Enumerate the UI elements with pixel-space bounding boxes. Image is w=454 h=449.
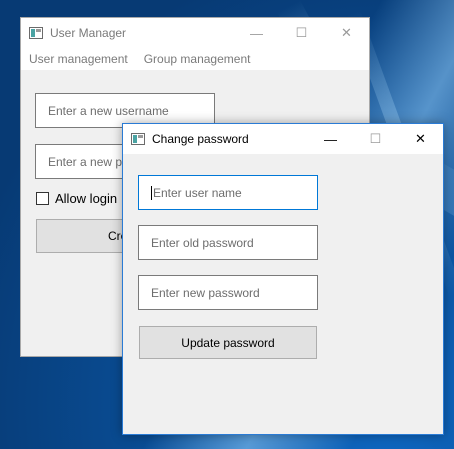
old-password-input[interactable]: Enter old password — [138, 225, 318, 260]
window-title: User Manager — [50, 26, 127, 40]
menu-bar: User management Group management — [21, 48, 369, 70]
close-button[interactable]: ✕ — [324, 18, 369, 48]
allow-login-checkbox-row[interactable]: Allow login — [36, 191, 117, 206]
window-title: Change password — [152, 132, 249, 146]
new-password-input[interactable]: Enter new password — [138, 275, 318, 310]
app-icon — [29, 27, 43, 39]
app-icon — [131, 133, 145, 145]
user-name-placeholder: Enter user name — [153, 185, 242, 200]
text-caret — [151, 185, 152, 200]
maximize-button[interactable]: ☐ — [353, 124, 398, 154]
user-name-input[interactable]: Enter user name — [138, 175, 318, 210]
menu-group-management[interactable]: Group management — [144, 52, 251, 66]
menu-user-management[interactable]: User management — [29, 52, 128, 66]
maximize-button[interactable]: ☐ — [279, 18, 324, 48]
allow-login-label: Allow login — [55, 191, 118, 206]
change-password-titlebar[interactable]: Change password — ☐ ✕ — [123, 124, 443, 154]
allow-login-checkbox[interactable] — [36, 192, 49, 205]
change-password-window: Change password — ☐ ✕ Enter user name En… — [122, 123, 444, 435]
minimize-button[interactable]: — — [308, 124, 353, 154]
update-password-button[interactable]: Update password — [139, 326, 317, 359]
close-button[interactable]: ✕ — [398, 124, 443, 154]
minimize-button[interactable]: — — [234, 18, 279, 48]
user-manager-titlebar[interactable]: User Manager — ☐ ✕ — [21, 18, 369, 48]
